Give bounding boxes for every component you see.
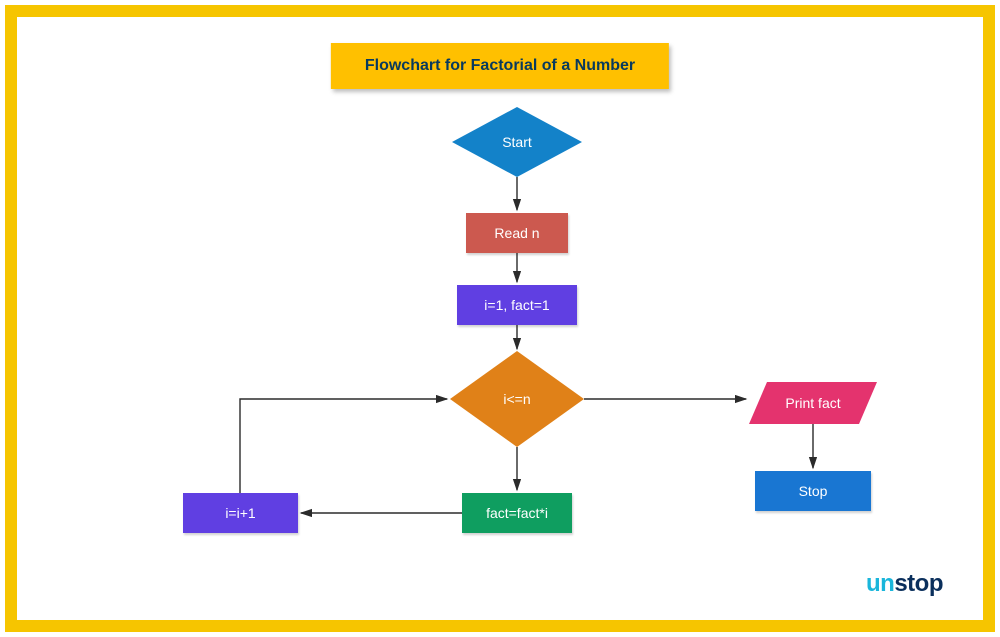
logo-suffix: stop bbox=[894, 570, 943, 597]
brand-logo: unstop bbox=[866, 570, 943, 598]
flowchart-frame: Flowchart for Factorial of a Number Star… bbox=[5, 5, 995, 632]
flowchart-arrows bbox=[17, 17, 983, 622]
logo-prefix: un bbox=[866, 570, 894, 597]
